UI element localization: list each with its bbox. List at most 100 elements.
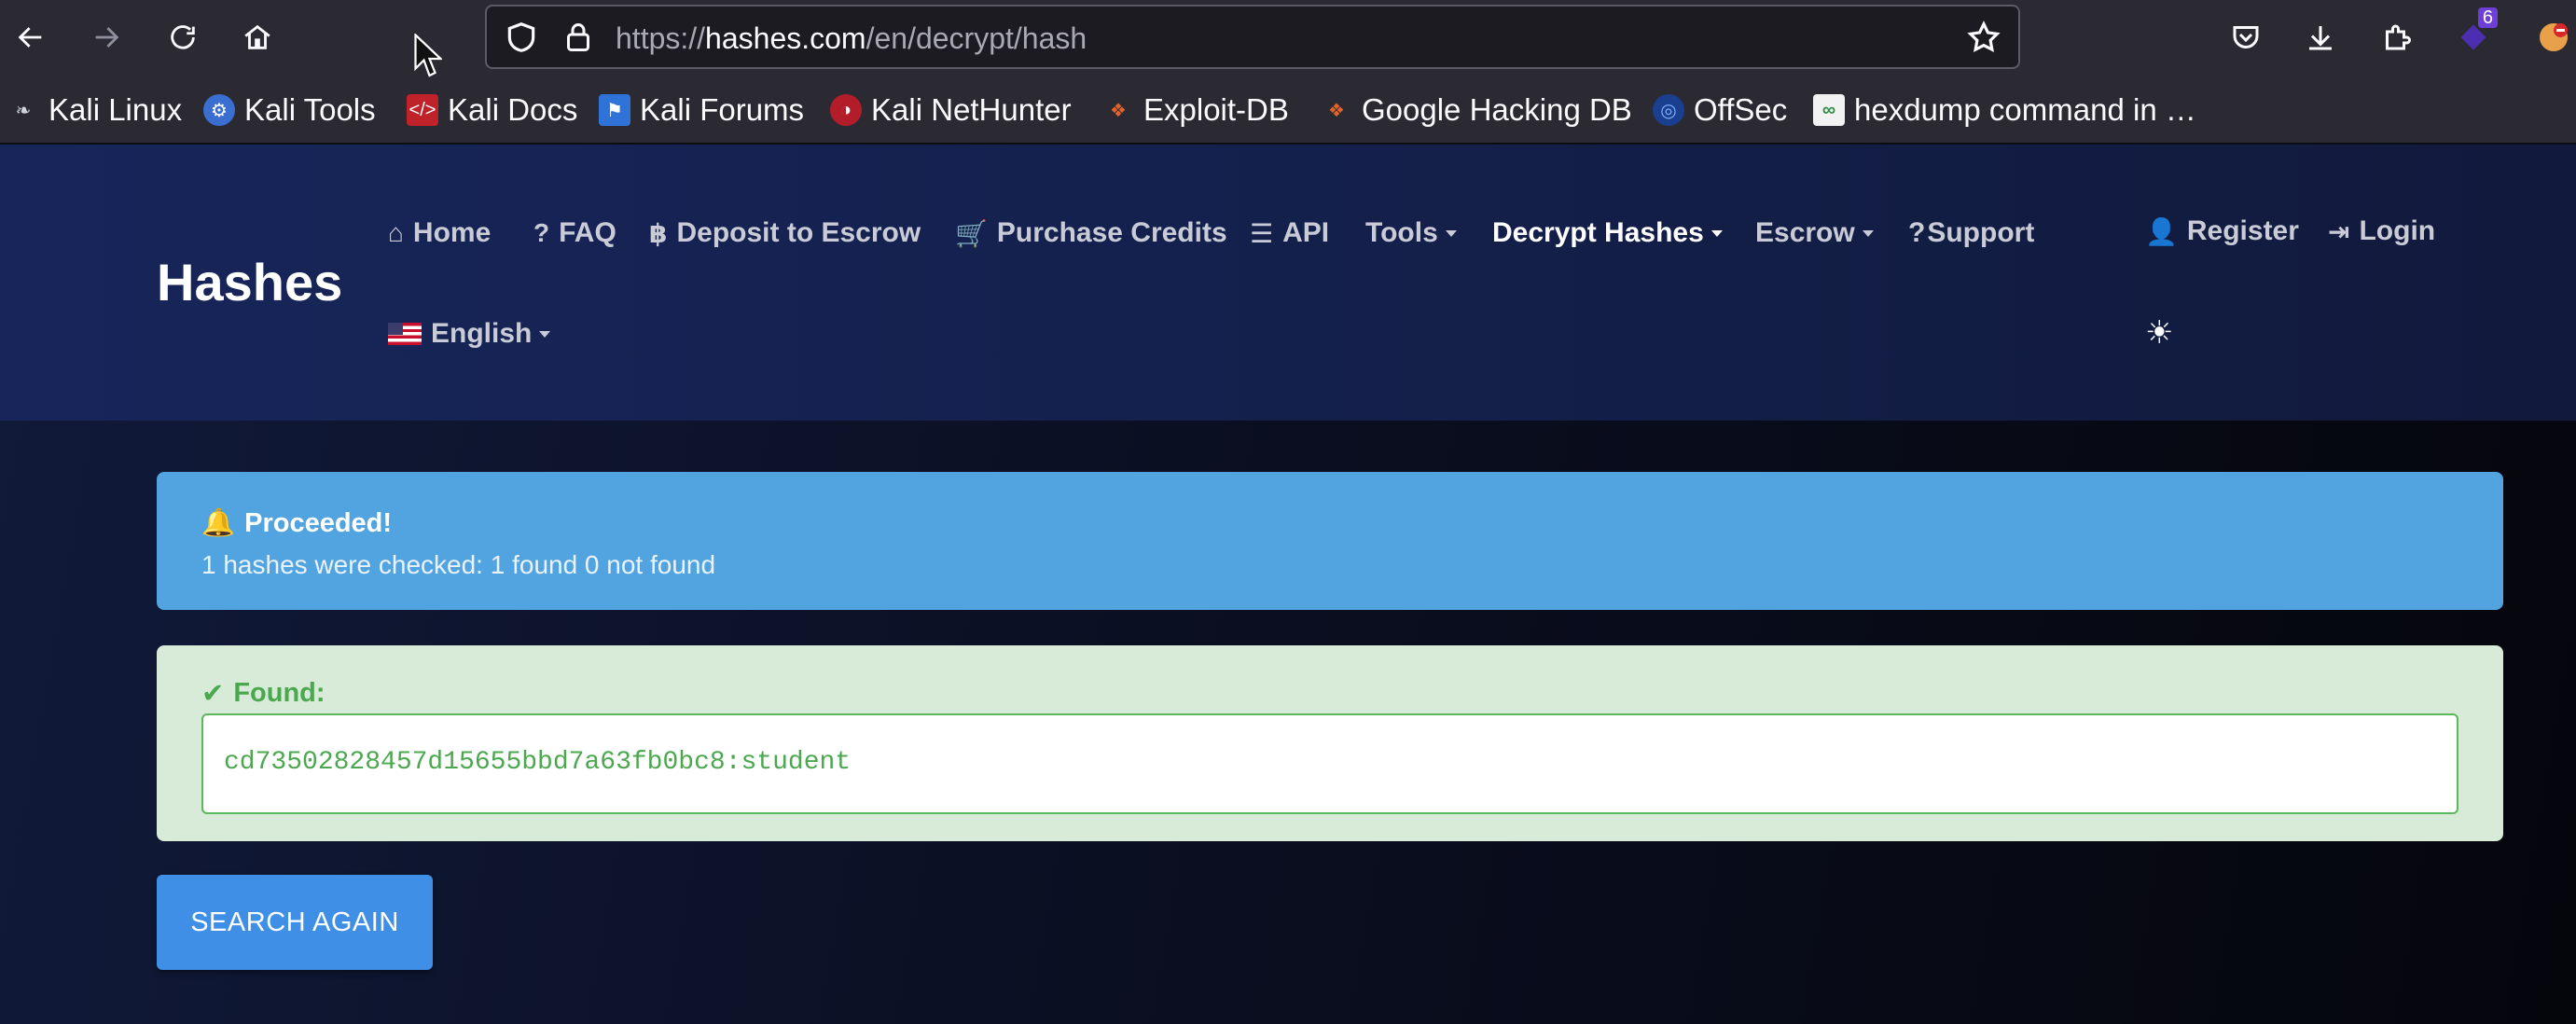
arrow-left-icon: [18, 27, 42, 48]
offsec-icon: ◎: [1653, 94, 1684, 126]
nav-home[interactable]: ⌂ Home: [388, 217, 491, 249]
caret-down-icon: [1710, 229, 1723, 237]
bookmark-offsec[interactable]: ◎ OffSec: [1653, 91, 1787, 129]
url-bar[interactable]: https://hashes.com/en/decrypt/hash: [485, 5, 2020, 69]
info-alert-title: 🔔 Proceeded!: [201, 507, 392, 539]
extension-badge: 6: [2477, 7, 2498, 28]
downloads-button[interactable]: [2300, 17, 2341, 58]
back-button[interactable]: [5, 11, 57, 63]
forward-button[interactable]: [80, 11, 132, 63]
nav-label: Deposit to Escrow: [676, 217, 921, 248]
theme-toggle-button[interactable]: ☀: [2145, 314, 2173, 352]
ghdb-icon: ❖: [1328, 100, 1345, 121]
nav-tools-dropdown[interactable]: Tools: [1365, 217, 1457, 249]
bookmark-kali-tools[interactable]: ⚙ Kali Tools: [203, 91, 376, 129]
nav-label: FAQ: [559, 217, 616, 248]
question-icon: ?: [1908, 217, 1926, 248]
cart-icon: 🛒: [955, 218, 988, 248]
nav-login[interactable]: ⇥ Login: [2328, 215, 2435, 247]
bookmark-label: Kali Docs: [448, 92, 578, 127]
bookmark-hexdump[interactable]: ∞ hexdump command in …: [1813, 91, 2196, 129]
nav-label: Register: [2186, 215, 2299, 246]
found-title: ✔ Found:: [201, 677, 325, 710]
sign-in-icon: ⇥: [2328, 216, 2350, 246]
download-icon: [2309, 26, 2332, 50]
nav-label: Login: [2359, 215, 2436, 246]
nav-label: Escrow: [1755, 217, 1855, 248]
user-plus-icon: 👤: [2145, 216, 2178, 246]
nav-escrow-dropdown[interactable]: Escrow: [1755, 217, 1874, 249]
puzzle-icon: [2386, 24, 2411, 50]
bitcoin-icon: ฿: [649, 218, 668, 248]
exploit-db-icon: ❖: [1110, 100, 1127, 121]
search-again-button[interactable]: SEARCH AGAIN: [157, 875, 433, 970]
nav-deposit-escrow[interactable]: ฿ Deposit to Escrow: [649, 217, 921, 249]
nav-label: Decrypt Hashes: [1492, 217, 1704, 248]
sun-icon: ☀: [2145, 315, 2174, 351]
nav-api[interactable]: ☰ API: [1250, 217, 1329, 249]
brand-logo[interactable]: Hashes: [157, 252, 342, 312]
bookmark-exploit-db[interactable]: ❖ Exploit-DB: [1102, 91, 1289, 129]
extensions-button[interactable]: [2376, 17, 2417, 58]
bookmark-kali-docs[interactable]: </> Kali Docs: [407, 91, 577, 129]
bookmark-google-hacking-db[interactable]: ❖ Google Hacking DB: [1321, 91, 1632, 129]
nav-label: API: [1282, 217, 1330, 248]
bookmark-label: hexdump command in …: [1854, 92, 2196, 127]
server-icon: ☰: [1250, 218, 1274, 248]
us-flag-icon: [388, 323, 422, 345]
pocket-icon: [2233, 26, 2259, 48]
kali-forums-icon: ⚑: [599, 94, 630, 126]
info-alert-message: 1 hashes were checked: 1 found 0 not fou…: [201, 550, 716, 579]
info-alert: 🔔 Proceeded! 1 hashes were checked: 1 fo…: [157, 472, 2503, 610]
caret-down-icon: [539, 330, 551, 338]
bookmark-kali-linux[interactable]: ❧ Kali Linux: [7, 91, 182, 129]
bookmark-label: Kali NetHunter: [871, 92, 1072, 127]
lock-icon[interactable]: [561, 20, 595, 55]
kali-tools-icon: ⚙: [203, 94, 235, 126]
reload-button[interactable]: [157, 11, 209, 63]
profile-avatar-icon: [2540, 23, 2568, 51]
browser-toolbar: https://hashes.com/en/decrypt/hash 6: [0, 0, 2576, 75]
url-host: hashes.com: [705, 21, 866, 55]
page-body: Hashes ⌂ Home ? FAQ ฿ Deposit to Escrow …: [0, 145, 2576, 1024]
url-scheme: https://: [616, 21, 706, 55]
nav-purchase-credits[interactable]: 🛒 Purchase Credits: [955, 217, 1227, 249]
nav-faq[interactable]: ? FAQ: [533, 217, 616, 249]
bookmark-star-icon[interactable]: [1966, 20, 2001, 55]
nav-label: Support: [1927, 217, 2035, 248]
nav-language-dropdown[interactable]: English: [388, 318, 551, 350]
mouse-cursor-icon: [414, 34, 442, 77]
bookmark-kali-nethunter[interactable]: ◑ Kali NetHunter: [830, 91, 1072, 129]
check-icon: ✔: [201, 679, 225, 709]
profile-extension-button[interactable]: [2533, 17, 2574, 58]
found-hash-value[interactable]: cd73502828457d15655bbd7a63fb0bc8:student: [224, 748, 851, 777]
bookmark-label: Exploit-DB: [1143, 92, 1289, 127]
tracking-shield-icon[interactable]: [504, 20, 539, 55]
nav-label: English: [431, 318, 533, 349]
bookmarks-bar: ❧ Kali Linux ⚙ Kali Tools </> Kali Docs …: [0, 75, 2576, 144]
nethunter-icon: ◑: [830, 94, 862, 126]
found-result-field[interactable]: cd73502828457d15655bbd7a63fb0bc8:student: [201, 713, 2458, 814]
nav-decrypt-hashes-dropdown[interactable]: Decrypt Hashes: [1492, 217, 1723, 249]
nav-label: Home: [412, 217, 492, 248]
caret-down-icon: [1445, 229, 1457, 237]
bookmark-label: OffSec: [1694, 92, 1788, 127]
nav-support[interactable]: ? Support: [1908, 217, 2034, 249]
caret-down-icon: [1862, 229, 1874, 237]
geeksforgeeks-icon: ∞: [1813, 94, 1845, 126]
extension-button[interactable]: 6: [2453, 7, 2498, 58]
kali-docs-icon: </>: [407, 94, 438, 126]
home-button[interactable]: [231, 11, 284, 63]
reload-icon: [171, 25, 195, 49]
url-text[interactable]: https://hashes.com/en/decrypt/hash: [616, 21, 1087, 56]
bookmark-kali-forums[interactable]: ⚑ Kali Forums: [599, 91, 804, 129]
arrow-right-icon: [95, 27, 119, 48]
url-path: /en/decrypt/hash: [866, 21, 1087, 55]
bookmark-label: Kali Forums: [640, 92, 805, 127]
pocket-button[interactable]: [2225, 17, 2266, 58]
nav-register[interactable]: 👤 Register: [2145, 215, 2299, 247]
bookmark-label: Kali Tools: [244, 92, 376, 127]
kali-dragon-icon: ❧: [15, 100, 32, 121]
nav-label: Purchase Credits: [996, 217, 1227, 248]
bell-icon: 🔔: [201, 508, 236, 538]
